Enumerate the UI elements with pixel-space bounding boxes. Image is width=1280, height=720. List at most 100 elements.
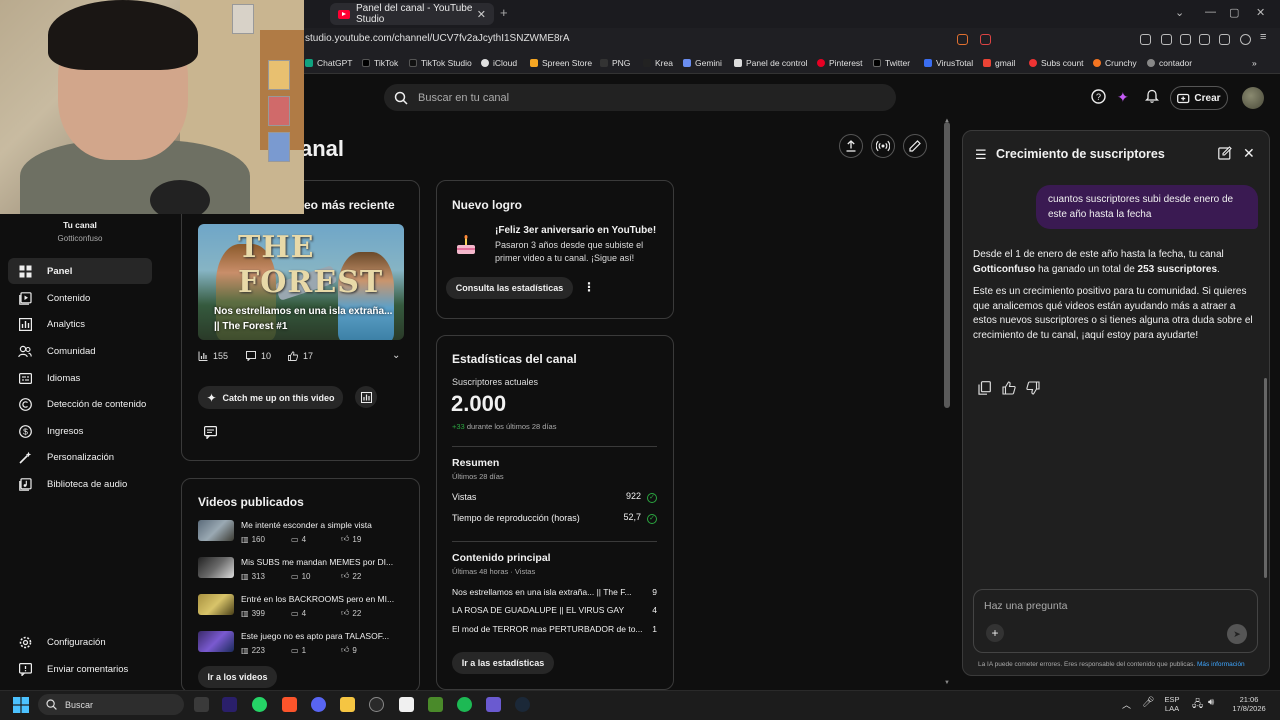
sidebar-icon[interactable] <box>1180 34 1191 45</box>
bookmark-krea[interactable]: Krea <box>643 58 673 68</box>
copy-icon[interactable] <box>978 381 991 398</box>
brave-shield-icon[interactable] <box>957 34 968 45</box>
network-icon[interactable]: 🖧︎ <box>1192 697 1203 714</box>
volume-icon[interactable]: 🔊︎ <box>1208 697 1214 708</box>
brave-rewards-icon[interactable] <box>980 34 991 45</box>
go-to-stats-button[interactable]: Ir a las estadísticas <box>452 652 554 674</box>
go-live-icon[interactable] <box>871 134 895 158</box>
spotify-icon[interactable] <box>457 697 472 712</box>
menu-icon[interactable]: ☰ <box>975 147 987 163</box>
tab-list-icon[interactable]: ⌄ <box>1175 6 1184 19</box>
sidebar-item-idiomas[interactable]: Idiomas <box>8 365 152 391</box>
thumbs-up-icon[interactable] <box>1002 381 1016 398</box>
sidebar-item-analytics[interactable]: Analytics <box>8 311 152 337</box>
bookmark-panel-de-control[interactable]: Panel de control <box>734 58 807 68</box>
premiere-pro-icon[interactable] <box>222 697 237 712</box>
obs-icon[interactable] <box>369 697 384 712</box>
tab-close-icon[interactable]: ✕ <box>477 8 486 21</box>
sidebar-item-deteccion[interactable]: Detección de contenido <box>8 391 152 417</box>
bookmark-chatgpt[interactable]: ChatGPT <box>305 58 352 68</box>
bookmark-contador[interactable]: contador <box>1147 58 1192 68</box>
top-content-row[interactable]: Nos estrellamos en una isla extraña... |… <box>452 587 657 597</box>
wallet-icon[interactable] <box>1199 34 1210 45</box>
more-options-icon[interactable]: ⋮ <box>583 280 595 294</box>
bookmark-gemini[interactable]: Gemini <box>683 58 722 68</box>
bookmark-icloud[interactable]: iCloud <box>481 58 517 68</box>
ask-question-input[interactable]: Haz una pregunta + ➤ <box>973 589 1258 653</box>
scroll-down-icon[interactable]: ▼ <box>944 680 950 686</box>
top-content-row[interactable]: El mod de TERROR mas PERTURBADOR de to..… <box>452 624 657 634</box>
bookmark-twitter[interactable]: Twitter <box>873 58 910 68</box>
bookmark-tiktok[interactable]: TikTok <box>362 58 398 68</box>
close-icon[interactable]: ✕ <box>1243 145 1255 162</box>
panel-scrollbar[interactable] <box>1264 378 1267 578</box>
sidebar-item-biblioteca[interactable]: Biblioteca de audio <box>8 471 152 497</box>
leo-icon[interactable] <box>1219 34 1230 45</box>
url-text[interactable]: studio.youtube.com/channel/UCV7fv2aJcyth… <box>305 33 570 44</box>
bookmark-virustotal[interactable]: VirusTotal <box>924 58 973 68</box>
brave-icon[interactable] <box>282 697 297 712</box>
language-indicator[interactable]: ESP LAA <box>1160 695 1184 713</box>
go-to-videos-button[interactable]: Ir a los videos <box>198 666 277 688</box>
microphone-icon[interactable]: 🎤︎ <box>1142 697 1155 708</box>
file-explorer-icon[interactable] <box>340 697 355 712</box>
new-chat-icon[interactable] <box>1218 146 1232 165</box>
more-info-link[interactable]: Más información <box>1197 661 1245 668</box>
bookmark-gmail[interactable]: gmail <box>983 58 1015 68</box>
ai-sparkle-icon[interactable]: ✦ <box>1117 89 1129 106</box>
puzzle-icon[interactable] <box>1161 34 1172 45</box>
steam-icon[interactable] <box>515 697 530 712</box>
minecraft-icon[interactable] <box>428 697 443 712</box>
windows-start-icon[interactable] <box>13 697 29 718</box>
sidebar-item-personalizacion[interactable]: Personalización <box>8 444 152 470</box>
account-avatar[interactable] <box>1242 87 1264 109</box>
tray-overflow-icon[interactable]: ︿ <box>1122 698 1131 711</box>
table-row[interactable]: Me intenté esconder a simple vista ▥ 160 … <box>198 520 410 554</box>
create-post-icon[interactable] <box>903 134 927 158</box>
store-icon[interactable] <box>399 697 414 712</box>
send-icon[interactable]: ➤ <box>1227 624 1247 644</box>
browser-tab[interactable]: Panel del canal - YouTube Studio ✕ <box>330 3 494 25</box>
upload-icon[interactable] <box>839 134 863 158</box>
vpn-icon[interactable] <box>1240 34 1251 45</box>
sidebar-item-configuracion[interactable]: Configuración <box>8 629 152 655</box>
clock[interactable]: 21:06 17/8/2026 <box>1224 695 1274 713</box>
bookmark-crunchy[interactable]: Crunchy <box>1093 58 1137 68</box>
maximize-icon[interactable]: ▢ <box>1229 6 1239 19</box>
task-view-icon[interactable] <box>194 697 209 712</box>
view-stats-button[interactable]: Consulta las estadísticas <box>446 277 573 299</box>
search-input[interactable]: Buscar en tu canal <box>384 84 896 111</box>
expand-chevron-icon[interactable]: ⌄ <box>392 350 400 361</box>
bookmark-png[interactable]: PNG <box>600 58 630 68</box>
minimize-icon[interactable]: — <box>1205 6 1216 18</box>
table-row[interactable]: Entré en los BACKROOMS pero en MI... ▥ 39… <box>198 594 410 628</box>
menu-icon[interactable]: ≡ <box>1260 31 1271 43</box>
sidebar-item-contenido[interactable]: Contenido <box>8 285 152 311</box>
add-attachment-icon[interactable]: + <box>986 624 1004 642</box>
top-content-row[interactable]: LA ROSA DE GUADALUPE || EL VIRUS GAY 4 <box>452 605 657 615</box>
video-analytics-button[interactable] <box>355 386 377 408</box>
new-tab-icon[interactable]: + <box>500 5 508 20</box>
sidebar-item-ingresos[interactable]: $ Ingresos <box>8 418 152 444</box>
video-comments-button[interactable] <box>199 421 221 443</box>
latest-video-thumbnail[interactable]: THE FOREST Nos estrellamos en una isla e… <box>198 224 404 340</box>
bookmarks-overflow-icon[interactable]: » <box>1252 58 1257 68</box>
bookmark-subs-count[interactable]: Subs count <box>1029 58 1084 68</box>
bookmark-tiktok-studio[interactable]: TikTok Studio <box>409 58 472 68</box>
discord-icon[interactable] <box>311 697 326 712</box>
extension-icon[interactable] <box>1140 34 1151 45</box>
sidebar-item-comunidad[interactable]: Comunidad <box>8 338 152 364</box>
taskbar-search[interactable]: Buscar <box>38 694 184 715</box>
create-button[interactable]: Crear <box>1170 86 1228 110</box>
catch-me-up-button[interactable]: ✦ Catch me up on this video <box>198 386 343 409</box>
app-icon[interactable] <box>486 697 501 712</box>
main-scrollbar[interactable] <box>944 122 950 408</box>
table-row[interactable]: Mis SUBS me mandan MEMES por DI... ▥ 313 … <box>198 557 410 591</box>
scroll-up-icon[interactable]: ▲ <box>944 118 950 124</box>
help-icon[interactable]: ? <box>1091 89 1106 107</box>
table-row[interactable]: Este juego no es apto para TALASOF... ▥ 2… <box>198 631 410 665</box>
whatsapp-icon[interactable] <box>252 697 267 712</box>
sidebar-item-enviar-comentarios[interactable]: Enviar comentarios <box>8 656 152 682</box>
sidebar-item-panel[interactable]: Panel <box>8 258 152 284</box>
thumbs-down-icon[interactable] <box>1026 381 1040 398</box>
